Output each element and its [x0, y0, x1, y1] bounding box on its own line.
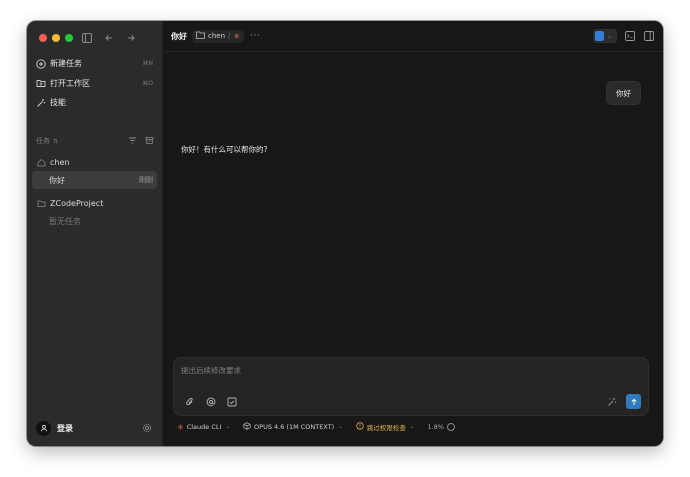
composer-placeholder[interactable]: 提出后续修改要求: [181, 365, 241, 376]
new-task-shortcut: ⌘N: [142, 60, 154, 67]
task-item[interactable]: 你好 刚刚: [32, 171, 157, 189]
app-window: 新建任务 ⌘N 打开工作区 ⌘O 技能 任务 ⇅ chen 你好 刚刚 ZCod…: [27, 21, 663, 446]
editor-switcher-button[interactable]: ⌄: [593, 29, 617, 43]
model-label: OPUS 4.6 (1M CONTEXT): [254, 423, 335, 431]
sidebar-menu: 新建任务 ⌘N 打开工作区 ⌘O 技能: [32, 54, 157, 113]
model-selector[interactable]: OPUS 4.6 (1M CONTEXT) ⌄: [243, 422, 343, 432]
arrow-up-icon: [630, 398, 637, 405]
workspace-item-zcodeproject[interactable]: ZCodeProject: [32, 194, 157, 212]
composer-tools: [184, 396, 237, 407]
permission-label: 跳过权限检查: [366, 424, 406, 432]
filter-icon[interactable]: [128, 136, 137, 147]
login-button[interactable]: 登录: [57, 423, 73, 434]
mention-at-icon[interactable]: [205, 396, 216, 407]
workspace-name: ZCodeProject: [50, 198, 104, 208]
open-workspace-label: 打开工作区: [50, 78, 90, 88]
workspace-chen: chen 你好 刚刚: [32, 153, 157, 189]
context-usage-value: 1.8%: [427, 423, 444, 431]
assistant-message: 你好！有什么可以帮你的?: [181, 145, 268, 154]
user-message-text: 你好: [616, 88, 631, 98]
workspace-name: chen: [50, 157, 70, 167]
checkbox-icon[interactable]: [226, 396, 237, 407]
composer-actions: [606, 394, 641, 409]
breadcrumb-folder: chen: [208, 32, 226, 40]
open-workspace-button[interactable]: 打开工作区 ⌘O: [32, 74, 157, 93]
folder-icon: [196, 31, 205, 41]
agent-selector[interactable]: ✳ Claude CLI ⌄: [177, 423, 230, 432]
window-controls: [39, 34, 73, 42]
empty-tasks-text: 暂无任务: [32, 212, 157, 230]
chevron-down-icon: ⌄: [338, 424, 343, 430]
task-title: 你好: [49, 175, 65, 185]
more-options-button[interactable]: ···: [250, 31, 260, 41]
empty-tasks-label: 暂无任务: [49, 216, 81, 226]
breadcrumb[interactable]: chen / ✳: [192, 29, 245, 43]
skills-label: 技能: [50, 98, 66, 107]
claude-logo-icon: ✳: [177, 422, 184, 432]
terminal-icon[interactable]: [624, 30, 636, 42]
finder-icon: [595, 31, 604, 41]
settings-gear-icon[interactable]: [141, 422, 153, 434]
breadcrumb-separator: /: [228, 32, 231, 40]
split-panel-icon[interactable]: [643, 30, 655, 42]
status-bar: ✳ Claude CLI ⌄ OPUS 4.6 (1M CONTEXT) ⌄ 跳…: [177, 420, 649, 434]
permission-selector[interactable]: 跳过权限检查 ⌄: [356, 422, 415, 432]
main-panel: 你好 chen / ✳ ··· ⌄ 你好 你好！有什么可以帮你的? 提出后续修改…: [163, 21, 663, 446]
top-bar: 你好 chen / ✳ ··· ⌄: [163, 21, 663, 52]
cube-icon: [243, 422, 251, 432]
forward-arrow-icon[interactable]: [124, 31, 138, 45]
plus-circle-icon: [36, 58, 46, 69]
context-usage: 1.8%: [427, 423, 455, 431]
task-time: 刚刚: [139, 176, 153, 184]
archive-icon[interactable]: [145, 136, 154, 147]
send-button[interactable]: [626, 394, 641, 409]
warning-circle-icon: [356, 422, 364, 432]
workspace-item-chen[interactable]: chen: [32, 153, 157, 171]
sidebar-toolbar: [80, 31, 138, 45]
new-task-label: 新建任务: [50, 59, 82, 68]
open-workspace-shortcut: ⌘O: [142, 79, 153, 87]
agent-label: Claude CLI: [186, 423, 222, 431]
chevron-down-icon: ⌄: [607, 32, 613, 40]
user-avatar-icon[interactable]: [36, 420, 51, 436]
user-message-bubble: 你好: [606, 81, 641, 105]
sort-icon[interactable]: ⇅: [53, 138, 58, 145]
folder-plus-icon: [36, 78, 46, 88]
chevron-down-icon: ⌄: [225, 424, 231, 430]
message-composer[interactable]: 提出后续修改要求: [173, 357, 649, 416]
claude-logo-icon: ✳: [233, 31, 241, 41]
sidebar: 新建任务 ⌘N 打开工作区 ⌘O 技能 任务 ⇅ chen 你好 刚刚 ZCod…: [27, 21, 163, 446]
folder-icon: [36, 198, 46, 208]
top-right-controls: ⌄: [593, 29, 655, 43]
new-task-button[interactable]: 新建任务 ⌘N: [32, 54, 157, 73]
sidebar-footer: 登录: [36, 419, 153, 437]
magic-enhance-icon[interactable]: [606, 396, 617, 407]
toggle-sidebar-icon[interactable]: [80, 31, 94, 45]
close-window-button[interactable]: [39, 34, 47, 42]
tasks-section-title: 任务: [36, 137, 50, 145]
home-icon: [36, 157, 46, 167]
chevron-down-icon: ⌄: [409, 424, 415, 430]
skills-button[interactable]: 技能: [32, 93, 157, 112]
progress-ring-icon: [446, 423, 455, 431]
tasks-section-header: 任务 ⇅: [36, 134, 154, 148]
workspace-zcodeproject: ZCodeProject 暂无任务: [32, 194, 157, 230]
minimize-window-button[interactable]: [52, 34, 60, 42]
zoom-window-button[interactable]: [65, 34, 73, 42]
page-title: 你好: [171, 31, 187, 41]
back-arrow-icon[interactable]: [102, 31, 116, 45]
magic-wand-icon: [36, 98, 46, 108]
attach-paperclip-icon[interactable]: [184, 396, 195, 407]
